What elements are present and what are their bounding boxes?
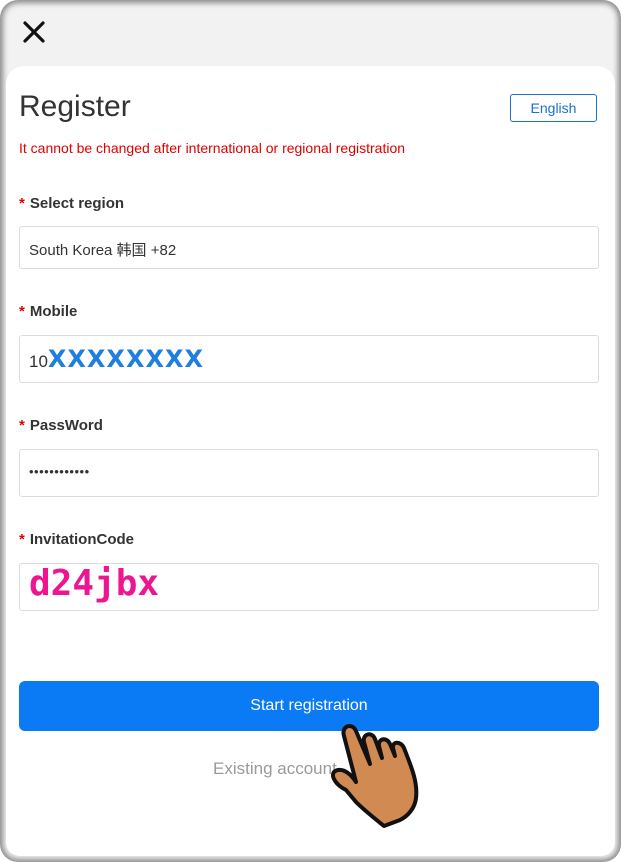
region-select[interactable]: South Korea 韩国 +82 (19, 226, 599, 269)
language-button[interactable]: English (510, 94, 597, 122)
mobile-prefix: 10 (29, 352, 48, 371)
password-label: * PassWord (19, 417, 103, 434)
pointing-hand-icon (330, 724, 419, 828)
required-mark: * (19, 417, 25, 434)
close-icon (23, 21, 45, 43)
close-button[interactable] (20, 18, 48, 46)
mobile-label: * Mobile (19, 303, 77, 320)
password-label-text: PassWord (29, 417, 103, 434)
page-title: Register (19, 90, 131, 123)
phone-frame: Register English It cannot be changed af… (0, 0, 621, 862)
required-mark: * (19, 531, 25, 548)
required-mark: * (19, 303, 25, 320)
mobile-masked-number: XXXXXXXX (47, 345, 204, 373)
mobile-label-text: Mobile (29, 303, 78, 320)
region-warning-text: It cannot be changed after international… (19, 140, 406, 156)
region-label: * Select region (19, 195, 124, 212)
start-registration-button[interactable]: Start registration (19, 681, 599, 731)
top-bar (0, 0, 621, 66)
region-select-value: South Korea 韩国 +82 (29, 242, 177, 259)
invitation-label-text: InvitationCode (29, 531, 135, 548)
required-mark: * (19, 195, 25, 212)
invitation-code-value: d24jbx (29, 563, 160, 604)
invitation-code-field[interactable]: d24jbx (19, 563, 599, 611)
mobile-value: 10XXXXXXXX (29, 345, 204, 373)
invitation-label: * InvitationCode (19, 531, 134, 548)
mobile-field[interactable]: 10XXXXXXXX (19, 335, 599, 383)
password-value: •••••••••••• (29, 464, 90, 479)
password-field[interactable]: •••••••••••• (19, 449, 599, 497)
region-label-text: Select region (29, 195, 125, 212)
register-sheet: Register English It cannot be changed af… (6, 66, 615, 856)
